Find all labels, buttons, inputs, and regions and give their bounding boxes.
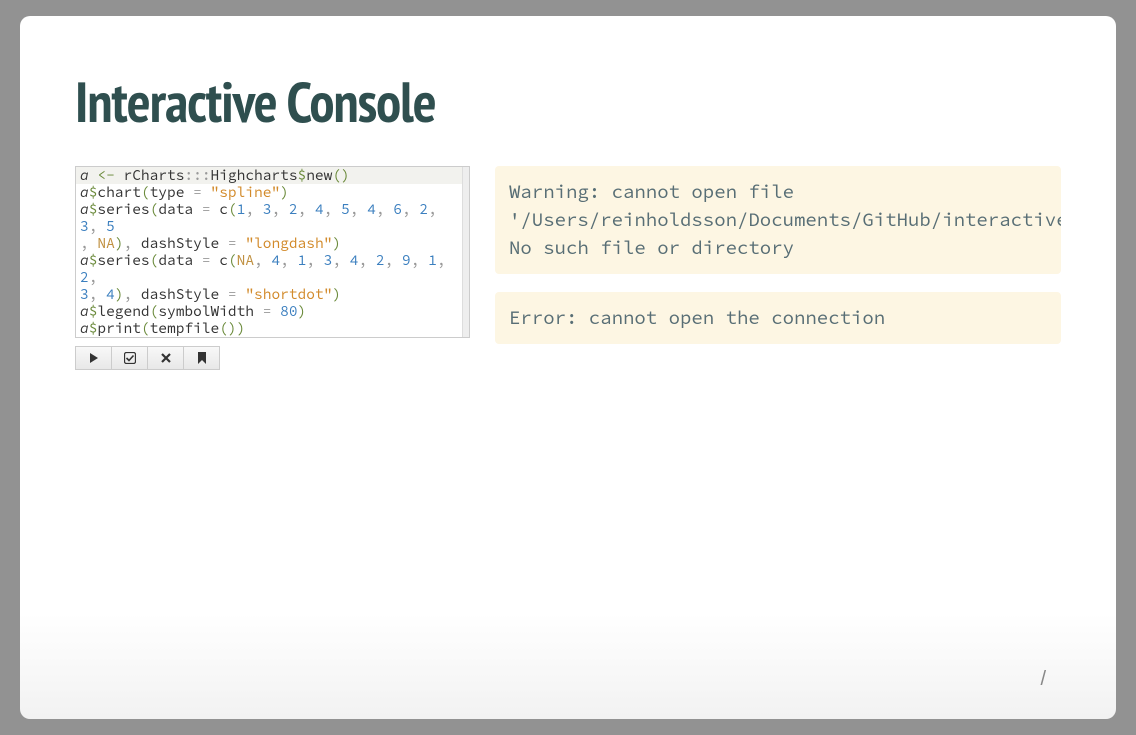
clear-button[interactable] bbox=[147, 346, 184, 370]
editor-toolbar bbox=[75, 346, 470, 370]
page-title: Interactive Console bbox=[75, 66, 1061, 138]
footer-separator: / bbox=[1040, 668, 1046, 691]
error-message: Error: cannot open the connection bbox=[495, 292, 1061, 344]
left-column: a <- rCharts:::Highcharts$new() a$chart(… bbox=[75, 166, 470, 370]
code-line[interactable]: a$series(data = c(NA, 4, 1, 3, 4, 2, 9, … bbox=[76, 252, 469, 286]
code-line[interactable]: a$series(data = c(1, 3, 2, 4, 5, 4, 6, 2… bbox=[76, 201, 469, 235]
code-line[interactable]: a$print(tempfile()) bbox=[76, 320, 469, 337]
run-button[interactable] bbox=[75, 346, 112, 370]
code-line[interactable]: 3, 4), dashStyle = "shortdot") bbox=[76, 286, 469, 303]
play-icon bbox=[89, 353, 99, 363]
check-icon bbox=[124, 352, 136, 364]
code-line[interactable]: a$legend(symbolWidth = 80) bbox=[76, 303, 469, 320]
check-button[interactable] bbox=[111, 346, 148, 370]
code-line[interactable]: , NA), dashStyle = "longdash") bbox=[76, 235, 469, 252]
slide: Interactive Console a <- rCharts:::Highc… bbox=[20, 16, 1116, 719]
close-icon bbox=[161, 353, 171, 363]
right-column: Warning: cannot open file '/Users/reinho… bbox=[495, 166, 1061, 370]
code-line[interactable]: a <- rCharts:::Highcharts$new() bbox=[76, 167, 469, 184]
bookmark-icon bbox=[197, 352, 207, 364]
columns: a <- rCharts:::Highcharts$new() a$chart(… bbox=[75, 166, 1061, 370]
bookmark-button[interactable] bbox=[183, 346, 220, 370]
warning-message: Warning: cannot open file '/Users/reinho… bbox=[495, 166, 1061, 274]
code-editor[interactable]: a <- rCharts:::Highcharts$new() a$chart(… bbox=[75, 166, 470, 338]
scrollbar[interactable] bbox=[462, 167, 469, 337]
code-line[interactable]: a$chart(type = "spline") bbox=[76, 184, 469, 201]
